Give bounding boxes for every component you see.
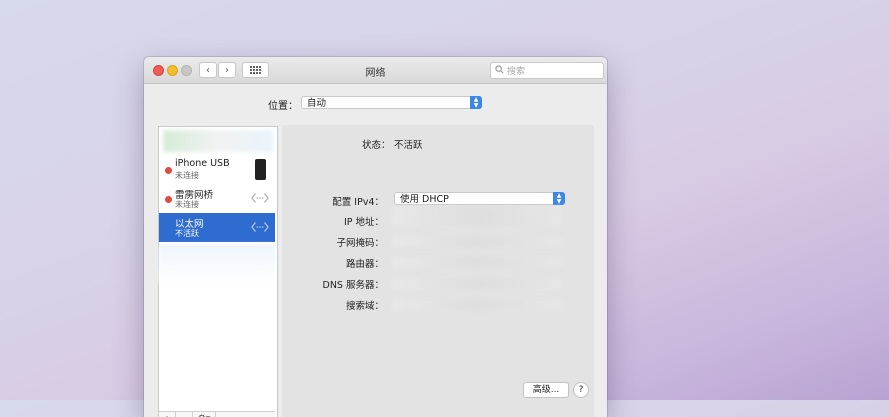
service-status: 未连接 [175, 200, 199, 209]
add-service-button[interactable]: + [159, 412, 176, 417]
dns-servers-label: DNS 服务器： [322, 280, 384, 291]
service-status: 不活跃 [175, 229, 199, 238]
status-dot [165, 196, 172, 203]
service-name: iPhone USB [175, 158, 230, 169]
configure-ipv4-popup[interactable]: 使用 DHCP ▲ ▼ [394, 192, 565, 205]
router-label: 路由器： [345, 259, 384, 270]
service-item-thunderbolt-bridge[interactable]: 雷雳网桥 未连接 [159, 184, 275, 213]
title-bar: ‹ › 网络 搜索 [144, 57, 607, 84]
search-icon [495, 64, 504, 77]
search-placeholder: 搜索 [507, 67, 526, 77]
service-item-iphone-usb[interactable]: iPhone USB 未连接 [159, 155, 275, 184]
iphone-icon [251, 157, 269, 181]
network-preferences-window: ‹ › 网络 搜索 位置： 自动 ▲ ▼ iPhone USB 未连接 雷雳网桥… [144, 57, 607, 417]
search-domains-label: 搜索域： [345, 301, 384, 312]
ethernet-arrows-icon [251, 215, 269, 239]
subnet-mask-label: 子网掩码： [336, 238, 384, 249]
service-item-ethernet[interactable]: 以太网 不活跃 [159, 213, 275, 242]
location-label: 位置： [268, 101, 298, 112]
status-value: 不活跃 [394, 140, 423, 151]
help-button[interactable]: ? [573, 382, 589, 398]
location-popup[interactable]: 自动 ▲ ▼ [301, 96, 482, 109]
configure-ipv4-label: 配置 IPv4： [332, 197, 384, 208]
detail-pane [282, 125, 594, 417]
search-domains-value [392, 299, 562, 310]
service-list: iPhone USB 未连接 雷雳网桥 未连接 以太网 不活跃 + − ⚙▾ [158, 126, 278, 417]
search-field[interactable]: 搜索 [490, 62, 604, 79]
location-value: 自动 [307, 98, 327, 109]
service-list-toolbar: + − ⚙▾ [159, 411, 275, 417]
status-label: 状态： [362, 140, 391, 151]
blurred-service-item [159, 244, 275, 284]
service-status: 未连接 [175, 171, 199, 180]
ip-address-label: IP 地址： [343, 217, 384, 228]
configure-ipv4-value: 使用 DHCP [400, 194, 449, 205]
router-value [392, 257, 562, 268]
ethernet-arrows-icon [251, 186, 269, 210]
status-dot [165, 167, 172, 174]
popup-arrows-icon: ▲ ▼ [470, 96, 482, 109]
remove-service-button[interactable]: − [176, 412, 193, 417]
blurred-service-item [163, 130, 273, 152]
dns-servers-value [392, 278, 562, 289]
gear-menu-button[interactable]: ⚙▾ [193, 412, 216, 417]
ip-address-value [392, 215, 562, 226]
subnet-mask-value [392, 236, 562, 247]
advanced-button[interactable]: 高级... [523, 382, 569, 398]
popup-arrows-icon: ▲ ▼ [553, 192, 565, 205]
